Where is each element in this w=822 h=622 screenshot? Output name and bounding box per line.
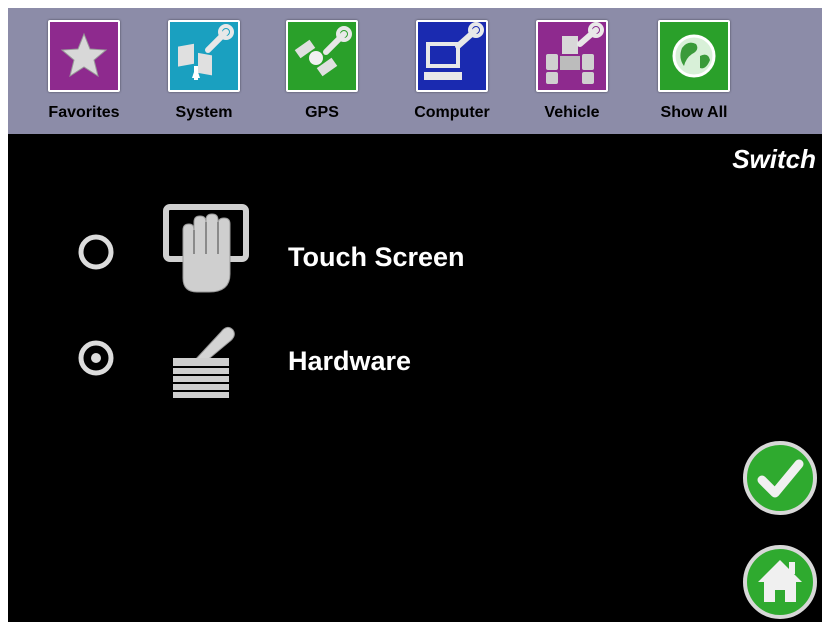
confirm-button[interactable] — [742, 440, 818, 516]
nav-gps-label: GPS — [305, 104, 339, 121]
radio-touch-screen[interactable] — [78, 234, 114, 270]
nav-gps[interactable]: GPS — [272, 18, 372, 128]
touch-hand-icon — [163, 204, 249, 293]
option-hardware-label: Hardware — [288, 346, 412, 376]
page-title: Switch — [732, 144, 816, 174]
top-toolbar: Favorites System GPS Computer Vehicle Sh… — [8, 8, 822, 134]
hardware-joystick-icon — [173, 326, 235, 398]
nav-system[interactable]: System — [154, 18, 254, 128]
nav-system-label: System — [175, 104, 233, 121]
gps-satellite-icon — [286, 20, 358, 92]
system-wrench-icon — [168, 20, 240, 92]
home-button[interactable] — [742, 544, 818, 620]
option-hardware[interactable]: Hardware — [68, 316, 568, 416]
nav-show-all[interactable]: Show All — [644, 18, 744, 128]
star-icon — [48, 20, 120, 92]
nav-computer-label: Computer — [414, 104, 490, 121]
computer-icon — [416, 20, 488, 92]
screen: Favorites System GPS Computer Vehicle Sh… — [8, 8, 822, 622]
nav-favorites-label: Favorites — [48, 104, 120, 121]
option-touch-screen[interactable]: Touch Screen — [68, 204, 568, 304]
globe-icon — [658, 20, 730, 92]
nav-show-all-label: Show All — [660, 104, 728, 121]
nav-computer[interactable]: Computer — [402, 18, 502, 128]
radio-hardware[interactable] — [78, 340, 114, 376]
option-touch-screen-label: Touch Screen — [288, 242, 465, 272]
vehicle-icon — [536, 20, 608, 92]
nav-favorites[interactable]: Favorites — [34, 18, 134, 128]
nav-vehicle-label: Vehicle — [544, 104, 600, 121]
nav-vehicle[interactable]: Vehicle — [522, 18, 622, 128]
